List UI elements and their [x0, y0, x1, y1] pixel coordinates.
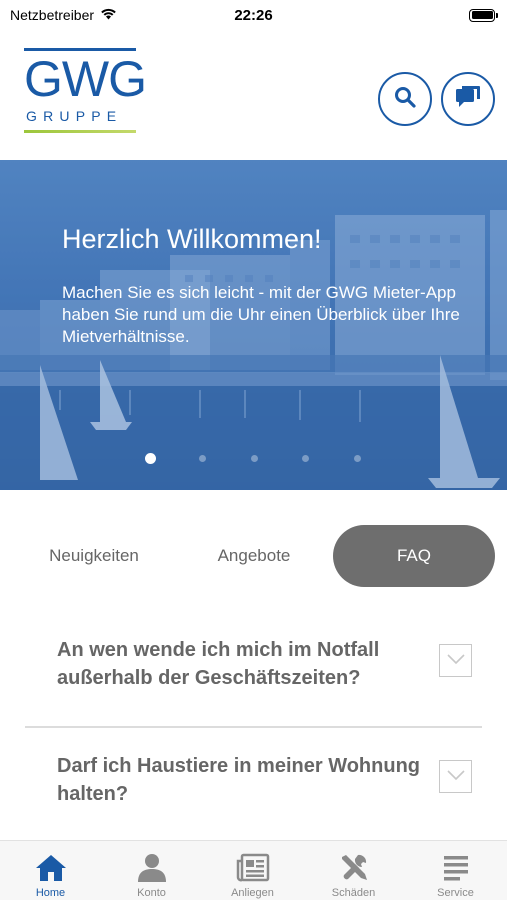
tabbar-label: Home	[35, 887, 66, 899]
chevron-down-icon	[446, 652, 466, 670]
faq-item[interactable]: Darf ich Haustiere in meiner Wohnung hal…	[25, 752, 482, 808]
faq-question: Darf ich Haustiere in meiner Wohnung hal…	[57, 755, 421, 805]
app-header: GWG GRUPPE	[0, 30, 507, 160]
battery-icon	[469, 8, 498, 22]
menu-lines-icon	[405, 853, 506, 885]
carousel-dot-3[interactable]	[251, 455, 258, 462]
tab-neuigkeiten[interactable]: Neuigkeiten	[25, 525, 163, 587]
carousel-dot-4[interactable]	[302, 455, 309, 462]
faq-question: An wen wende ich mich im Notfall außerha…	[57, 639, 380, 689]
tabbar-label: Anliegen	[231, 887, 274, 899]
faq-item[interactable]: An wen wende ich mich im Notfall außerha…	[25, 636, 482, 692]
faq-divider	[25, 726, 482, 728]
tab-angebote[interactable]: Angebote	[185, 525, 323, 587]
tabbar-item-anliegen[interactable]: Anliegen	[202, 841, 303, 900]
search-button[interactable]	[378, 72, 432, 126]
logo-text: GWG	[24, 51, 147, 107]
segment-tabs: Neuigkeiten Angebote FAQ	[0, 525, 507, 587]
tab-faq[interactable]: FAQ	[333, 525, 495, 587]
newspaper-icon	[202, 853, 303, 885]
chat-icon	[455, 85, 481, 114]
hero-banner[interactable]: Herzlich Willkommen! Machen Sie es sich …	[0, 160, 507, 490]
status-bar: Netzbetreiber 22:26	[0, 0, 507, 30]
carousel-dot-1[interactable]	[145, 453, 156, 464]
hero-text: Machen Sie es sich leicht - mit der GWG …	[62, 283, 460, 346]
chevron-down-icon	[446, 768, 466, 786]
faq-expand-button[interactable]	[439, 760, 472, 793]
gwg-logo[interactable]: GWG GRUPPE	[24, 48, 147, 138]
tabbar-item-service[interactable]: Service	[405, 841, 506, 900]
home-icon	[0, 853, 101, 885]
carrier-name: Netzbetreiber	[10, 7, 95, 23]
tabbar-label: Service	[437, 887, 474, 899]
search-icon	[393, 85, 417, 114]
bottom-tab-bar: Home Konto Anliegen Schäden Service	[0, 840, 507, 900]
wifi-icon	[100, 7, 117, 23]
carousel-dot-2[interactable]	[199, 455, 206, 462]
carousel-dots[interactable]	[0, 453, 507, 465]
tabbar-label: Schäden	[331, 887, 376, 899]
tabbar-item-schaeden[interactable]: Schäden	[303, 841, 404, 900]
tools-icon	[303, 853, 404, 885]
tabbar-item-home[interactable]: Home	[0, 841, 101, 900]
tabbar-item-konto[interactable]: Konto	[101, 841, 202, 900]
hero-title: Herzlich Willkommen!	[62, 224, 322, 254]
logo-subtext: GRUPPE	[26, 108, 123, 124]
logo-bottom-line	[24, 130, 136, 133]
tabbar-label: Konto	[137, 887, 166, 899]
carousel-dot-5[interactable]	[354, 455, 361, 462]
status-left: Netzbetreiber	[10, 7, 117, 23]
person-icon	[101, 853, 202, 885]
chat-button[interactable]	[441, 72, 495, 126]
faq-expand-button[interactable]	[439, 644, 472, 677]
